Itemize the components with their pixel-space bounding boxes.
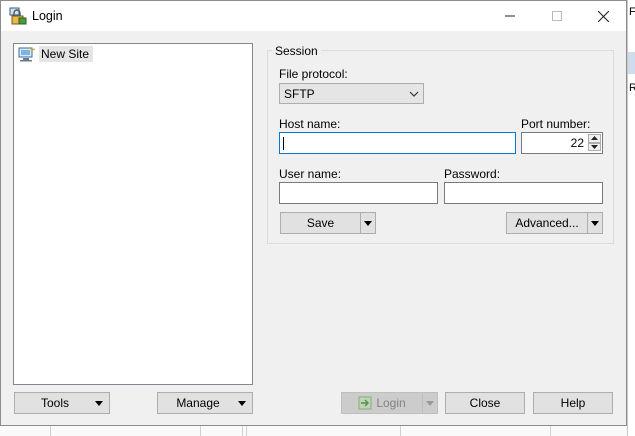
port-number-spinner[interactable]: 22 <box>521 132 603 154</box>
tree-item-label: New Site <box>39 46 94 62</box>
login-button[interactable]: Login <box>341 392 438 414</box>
advanced-button[interactable]: Advanced... <box>506 212 603 234</box>
background-divider <box>200 426 201 436</box>
login-dialog: Login New Site Session File protocol: SF… <box>0 0 627 426</box>
host-name-input[interactable] <box>279 132 516 154</box>
dropdown-arrow-icon <box>364 220 372 226</box>
dropdown-arrow-icon <box>95 400 103 406</box>
putty-lock-icon <box>9 7 27 25</box>
spin-down-button[interactable] <box>588 142 601 151</box>
help-button-label: Help <box>560 396 586 410</box>
minimize-button[interactable] <box>487 1 533 31</box>
chevron-down-icon <box>409 91 419 97</box>
file-protocol-label: File protocol: <box>279 67 348 81</box>
close-button-label: Close <box>469 396 501 410</box>
close-button[interactable]: Close <box>445 392 525 414</box>
text-caret <box>283 137 284 150</box>
advanced-dropdown-toggle[interactable] <box>587 213 602 233</box>
spin-up-button[interactable] <box>588 134 601 143</box>
advanced-button-label: Advanced... <box>515 216 579 230</box>
maximize-button[interactable] <box>534 1 580 31</box>
background-divider <box>246 426 247 436</box>
background-bar <box>628 52 635 74</box>
file-protocol-value: SFTP <box>284 87 315 101</box>
manage-button[interactable]: Manage <box>157 392 253 414</box>
dropdown-arrow-icon <box>426 400 434 406</box>
login-arrow-icon <box>358 396 372 410</box>
port-number-value: 22 <box>570 136 584 150</box>
background-divider <box>50 426 51 436</box>
site-tree[interactable]: New Site <box>13 43 253 385</box>
login-button-content: Login <box>342 396 422 410</box>
background-app-edge: F R <box>627 0 635 436</box>
background-app-bottom <box>0 426 627 436</box>
session-legend: Session <box>272 44 321 58</box>
dropdown-arrow-icon <box>591 220 599 226</box>
help-button[interactable]: Help <box>533 392 613 414</box>
dropdown-arrow-icon <box>238 400 246 406</box>
caret-up-icon <box>591 136 598 141</box>
tree-item-new-site[interactable]: New Site <box>18 46 94 62</box>
tools-button[interactable]: Tools <box>14 392 110 414</box>
password-input[interactable] <box>444 182 603 204</box>
save-dropdown-toggle[interactable] <box>360 213 375 233</box>
spinner-buttons <box>588 134 601 151</box>
password-label: Password: <box>444 167 501 181</box>
login-button-label: Login <box>376 396 406 410</box>
host-name-label: Host name: <box>279 117 341 131</box>
computer-site-icon <box>18 46 35 61</box>
user-name-label: User name: <box>279 167 342 181</box>
save-button[interactable]: Save <box>280 212 376 234</box>
background-text: F <box>629 6 635 18</box>
background-divider <box>550 426 551 436</box>
user-name-input[interactable] <box>279 182 438 204</box>
port-number-label: Port number: <box>521 117 591 131</box>
manage-button-label: Manage <box>176 396 220 410</box>
save-button-label: Save <box>306 216 335 230</box>
maximize-icon <box>552 11 562 21</box>
caret-down-icon <box>591 144 598 149</box>
background-text: R <box>629 82 635 94</box>
close-window-button[interactable] <box>580 1 626 31</box>
login-dropdown-toggle[interactable] <box>422 393 437 413</box>
title-bar[interactable]: Login <box>1 1 626 31</box>
minimize-icon <box>505 15 515 17</box>
close-icon <box>597 10 609 22</box>
file-protocol-select[interactable]: SFTP <box>279 83 424 104</box>
background-divider <box>400 426 401 436</box>
window-title: Login <box>32 9 63 23</box>
background-divider <box>242 426 243 436</box>
tools-button-label: Tools <box>40 396 69 410</box>
